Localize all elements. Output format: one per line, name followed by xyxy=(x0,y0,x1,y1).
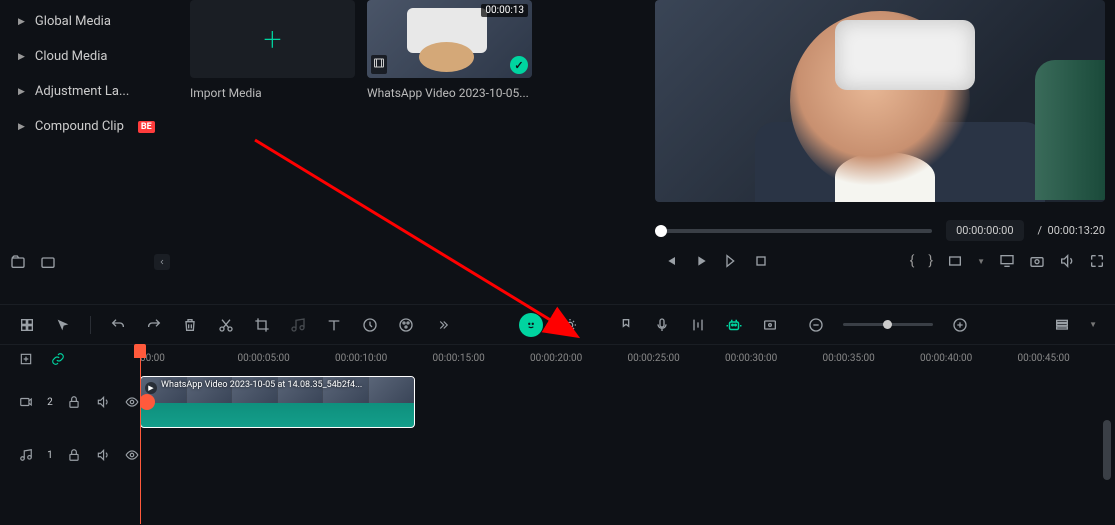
cut-icon[interactable] xyxy=(217,316,235,334)
frame-icon[interactable] xyxy=(761,316,779,334)
sidebar-label: Cloud Media xyxy=(35,49,108,64)
lock-icon[interactable] xyxy=(67,447,82,463)
cursor-tool-icon[interactable] xyxy=(54,316,72,334)
scrollbar-thumb[interactable] xyxy=(1103,420,1111,480)
film-icon xyxy=(371,55,387,74)
delete-icon[interactable] xyxy=(181,316,199,334)
link-icon[interactable] xyxy=(50,351,66,367)
import-media-card[interactable]: + Import Media xyxy=(190,0,355,100)
clip-label: WhatsApp Video 2023-10-05 at 14.08.35_54… xyxy=(161,380,362,390)
chevron-right-icon: ▶ xyxy=(18,122,25,132)
visibility-icon[interactable] xyxy=(125,394,140,410)
marker-icon[interactable] xyxy=(617,316,635,334)
zoom-slider[interactable] xyxy=(843,323,933,326)
music-icon xyxy=(289,316,307,334)
prev-frame-icon[interactable] xyxy=(663,253,679,269)
clip-name: WhatsApp Video 2023-10-05... xyxy=(367,86,532,100)
clip-duration: 00:00:13 xyxy=(481,4,528,17)
fullscreen-icon[interactable] xyxy=(1089,253,1105,269)
video-track-icon xyxy=(18,394,33,410)
sidebar-item-cloud-media[interactable]: ▶ Cloud Media xyxy=(10,39,170,74)
timeline-ruler[interactable]: 00:00 00:00:05:00 00:00:10:00 00:00:15:0… xyxy=(0,344,1115,372)
seek-handle[interactable] xyxy=(655,225,667,237)
playhead[interactable] xyxy=(134,344,146,358)
color-icon[interactable] xyxy=(397,316,415,334)
undo-icon[interactable] xyxy=(109,316,127,334)
dropdown-icon[interactable]: ▼ xyxy=(1089,320,1097,329)
check-icon: ✓ xyxy=(510,56,528,74)
sidebar-item-adjustment-layers[interactable]: ▶ Adjustment La... xyxy=(10,74,170,109)
media-clip-card[interactable]: 00:00:13 ✓ WhatsApp Video 2023-10-05... xyxy=(367,0,532,100)
stop-icon[interactable] xyxy=(753,253,769,269)
play-icon[interactable] xyxy=(693,253,709,269)
monitor-icon[interactable] xyxy=(999,253,1015,269)
ratio-icon[interactable] xyxy=(947,253,963,269)
text-icon[interactable] xyxy=(325,316,343,334)
crop-icon[interactable] xyxy=(253,316,271,334)
audio-mix-icon[interactable] xyxy=(689,316,707,334)
zoom-out-icon[interactable] xyxy=(807,316,825,334)
lock-icon[interactable] xyxy=(67,394,82,410)
mute-icon[interactable] xyxy=(96,447,111,463)
add-track-icon[interactable] xyxy=(18,351,34,367)
clip-play-icon: ▶ xyxy=(145,382,157,394)
dropdown-icon[interactable]: ▼ xyxy=(977,257,985,266)
mark-in-icon[interactable]: { xyxy=(910,253,915,269)
voiceover-icon[interactable] xyxy=(653,316,671,334)
mark-out-icon[interactable]: } xyxy=(928,253,933,269)
import-label: Import Media xyxy=(190,86,355,100)
preview-seek-slider[interactable] xyxy=(655,229,932,233)
track-view-icon[interactable] xyxy=(1053,316,1071,334)
chevron-right-icon: ▶ xyxy=(18,52,25,62)
current-time: 00:00:00:00 xyxy=(946,220,1023,241)
total-time: 00:00:13:20 xyxy=(1048,224,1105,237)
smart-edit-icon[interactable] xyxy=(725,316,743,334)
sidebar-label: Compound Clip xyxy=(35,119,124,134)
mute-icon[interactable] xyxy=(96,394,111,410)
ai-assist-icon[interactable] xyxy=(519,313,543,337)
zoom-in-icon[interactable] xyxy=(951,316,969,334)
timeline-clip[interactable]: ▶ WhatsApp Video 2023-10-05 at 14.08.35_… xyxy=(140,376,415,428)
chevron-right-icon: ▶ xyxy=(18,17,25,27)
sidebar-label: Adjustment La... xyxy=(35,84,129,99)
more-tools-icon[interactable] xyxy=(433,316,451,334)
sidebar-item-global-media[interactable]: ▶ Global Media xyxy=(10,4,170,39)
visibility-icon[interactable] xyxy=(125,447,140,463)
volume-icon[interactable] xyxy=(1059,253,1075,269)
chevron-right-icon: ▶ xyxy=(18,87,25,97)
new-badge: BE xyxy=(138,121,155,133)
play-forward-icon[interactable] xyxy=(723,253,739,269)
timeline-toolbar: ▼ xyxy=(0,304,1115,344)
plus-icon: + xyxy=(263,20,281,58)
redo-icon[interactable] xyxy=(145,316,163,334)
video-track[interactable]: 2 ▶ WhatsApp Video 2023-10-05 at 14.08.3… xyxy=(0,372,1115,432)
snapshot-icon[interactable] xyxy=(1029,253,1045,269)
folder-plus-icon[interactable] xyxy=(10,254,26,270)
clip-trim-handle[interactable] xyxy=(140,394,155,410)
sidebar-label: Global Media xyxy=(35,14,111,29)
audio-track[interactable]: 1 xyxy=(0,432,1115,478)
audio-track-icon xyxy=(18,447,33,463)
effects-icon[interactable] xyxy=(561,316,579,334)
folder-icon[interactable] xyxy=(40,254,56,270)
select-tool-icon[interactable] xyxy=(18,316,36,334)
collapse-sidebar-icon[interactable] xyxy=(154,254,170,270)
preview-viewport xyxy=(655,0,1105,202)
speed-icon[interactable] xyxy=(361,316,379,334)
sidebar-item-compound-clip[interactable]: ▶ Compound Clip BE xyxy=(10,109,170,144)
